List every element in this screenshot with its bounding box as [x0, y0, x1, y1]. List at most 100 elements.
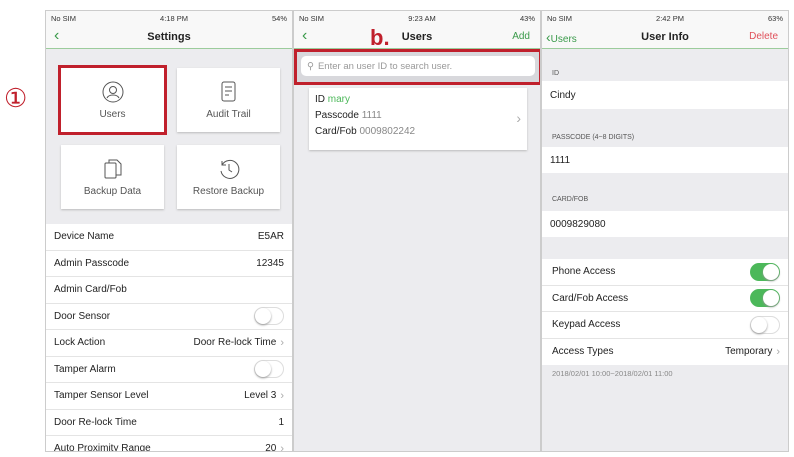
id-value: Cindy [550, 89, 576, 101]
user-icon [102, 81, 123, 102]
time: 9:23 AM [408, 13, 436, 23]
document-icon [221, 81, 235, 101]
card-field[interactable]: 0009829080 [542, 211, 788, 237]
row-label: Device Name [54, 231, 115, 243]
row-value: 12345 [256, 257, 284, 269]
row-value: E5AR [257, 231, 284, 243]
back-button[interactable]: ‹Users [546, 29, 577, 45]
page-title: Users [401, 30, 433, 43]
passcode-field[interactable]: 1111 [542, 147, 788, 173]
audit-trail-tile[interactable]: Audit Trail [177, 68, 280, 132]
chevron-right-icon: › [280, 389, 284, 402]
step-1-marker: ① [4, 84, 28, 114]
back-label: Users [550, 34, 577, 45]
row-label: Access Types [552, 346, 614, 358]
tamper-alarm-toggle[interactable] [254, 360, 284, 379]
card-section-label: CARD/FOB [552, 196, 589, 203]
row-access-types[interactable]: Access Types Temporary › [542, 339, 788, 366]
search-input[interactable]: ⚲ Enter an user ID to search user. [301, 56, 535, 76]
row-label: Door Re-lock Time [54, 416, 137, 428]
row-label: Auto Proximity Range [54, 443, 151, 452]
time: 2:42 PM [656, 13, 684, 23]
row-label: Door Sensor [54, 310, 111, 322]
row-tamper-alarm: Tamper Alarm [46, 357, 292, 383]
row-device-name[interactable]: Device Name E5AR [46, 224, 292, 251]
row-label: Tamper Sensor Level [54, 390, 149, 402]
user-passcode: 1111 [361, 110, 382, 121]
row-admin-passcode[interactable]: Admin Passcode 12345 [46, 251, 292, 277]
restore-backup-tile[interactable]: Restore Backup [177, 145, 280, 209]
phone-access-toggle[interactable] [750, 262, 780, 281]
tile-label: Audit Trail [206, 108, 251, 120]
row-keypad-access: Keypad Access [542, 312, 788, 339]
backup-data-tile[interactable]: Backup Data [61, 145, 164, 209]
users-screen: No SIM 9:23 AM 43% ‹ b. Users Add ⚲ Enter an u… [293, 10, 541, 452]
row-value: Temporary [725, 346, 773, 358]
search-placeholder: Enter an user ID to search user. [317, 60, 453, 72]
status-bar: No SIM 4:18 PM 54% [46, 11, 292, 25]
row-card-access: Card/Fob Access [542, 286, 788, 312]
delete-button[interactable]: Delete [749, 31, 778, 42]
tile-label: Backup Data [83, 185, 142, 197]
carrier: No SIM [51, 13, 77, 23]
row-label: Phone Access [552, 266, 616, 278]
history-icon [220, 159, 239, 179]
door-sensor-toggle[interactable] [254, 307, 284, 326]
step-b-marker: b. [370, 25, 390, 50]
page-title: Settings [147, 30, 191, 43]
access-list: Phone Access Card/Fob Access Keypad Acce… [542, 259, 788, 365]
page-title: User Info [641, 30, 689, 43]
chevron-right-icon: › [776, 345, 780, 358]
row-admin-card[interactable]: Admin Card/Fob [46, 277, 292, 304]
back-button[interactable]: ‹ [54, 27, 59, 45]
battery: 54% [271, 13, 287, 23]
search-icon: ⚲ [307, 60, 314, 72]
id-field[interactable]: Cindy [542, 81, 788, 109]
user-card-number: 0009802242 [359, 126, 416, 137]
chevron-right-icon: › [280, 442, 284, 452]
id-section-label: ID [552, 70, 559, 77]
user-id: mary [327, 94, 351, 105]
card-value: 0009829080 [550, 218, 606, 230]
battery: 43% [519, 13, 535, 23]
users-tile[interactable]: Users [58, 65, 167, 135]
chevron-right-icon: › [280, 336, 284, 349]
keypad-access-toggle[interactable] [750, 315, 780, 334]
row-value: Door Re-lock Time [193, 337, 277, 349]
passcode-section-label: PASSCODE (4~8 DIGITS) [552, 134, 635, 141]
tile-label: Users [99, 108, 126, 120]
row-relock-time[interactable]: Door Re-lock Time 1 [46, 410, 292, 436]
add-button[interactable]: Add [512, 31, 530, 42]
battery: 63% [767, 13, 783, 23]
card-access-toggle[interactable] [750, 289, 780, 308]
search-area: ⚲ Enter an user ID to search user. [294, 49, 540, 85]
card-label: Card/Fob [315, 126, 357, 137]
user-card[interactable]: ID mary Passcode 1111 Card/Fob 000980224… [309, 88, 527, 150]
time: 4:18 PM [160, 13, 188, 23]
row-label: Tamper Alarm [54, 363, 116, 375]
status-bar: No SIM 9:23 AM 43% [294, 11, 540, 25]
row-label: Admin Card/Fob [54, 284, 127, 296]
row-phone-access: Phone Access [542, 259, 788, 286]
row-tamper-level[interactable]: Tamper Sensor Level Level 3 › [46, 383, 292, 410]
row-label: Admin Passcode [54, 257, 130, 269]
tile-label: Restore Backup [192, 185, 265, 197]
id-label: ID [315, 94, 325, 105]
row-lock-action[interactable]: Lock Action Door Re-lock Time › [46, 330, 292, 357]
settings-list: Device Name E5AR Admin Passcode 12345 Admi… [46, 224, 292, 452]
passcode-label: Passcode [315, 110, 359, 121]
back-button[interactable]: ‹ [302, 27, 307, 45]
date-range: 2018/02/01 10:00~2018/02/01 11:00 [552, 369, 673, 378]
row-value: 20 [265, 443, 277, 452]
row-value: 1 [278, 416, 284, 428]
row-label: Keypad Access [552, 319, 621, 331]
row-value: Level 3 [244, 390, 277, 402]
chevron-right-icon: › [516, 110, 521, 126]
row-label: Card/Fob Access [552, 292, 629, 304]
carrier: No SIM [299, 13, 325, 23]
user-info-screen: No SIM 2:42 PM 63% ‹Users User Info Delete I… [541, 10, 789, 452]
row-proximity[interactable]: Auto Proximity Range 20 › [46, 436, 292, 452]
status-bar: No SIM 2:42 PM 63% [542, 11, 788, 25]
settings-screen: No SIM 4:18 PM 54% ‹ Settings Users Audit T… [45, 10, 293, 452]
carrier: No SIM [547, 13, 573, 23]
